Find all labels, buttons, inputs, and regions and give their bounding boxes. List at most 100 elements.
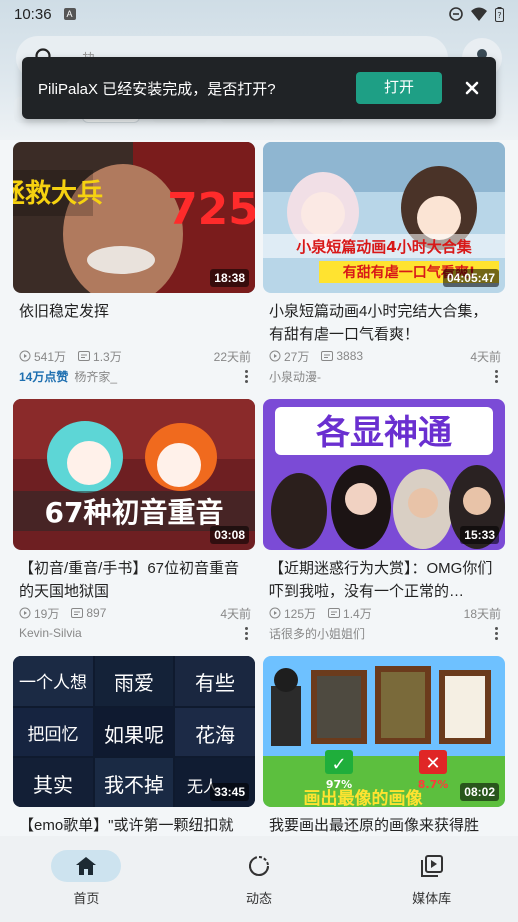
video-thumbnail[interactable]: ✓ ✕ 97% 8.7% 画出最像的画像 08:02 — [263, 656, 505, 807]
more-icon[interactable] — [241, 626, 251, 640]
video-duration: 08:02 — [460, 783, 499, 801]
home-icon — [76, 857, 97, 875]
status-bar: 10:36 A ? — [0, 0, 518, 28]
video-title[interactable]: 小泉短篇动画4小时完结大合集，有甜有虐一口气看爽！ — [269, 300, 501, 346]
refresh-circle-icon — [249, 856, 269, 876]
thumb-caption: 67种初音重音 — [45, 496, 224, 529]
thumb-caption: 拯救大兵 — [13, 179, 103, 209]
video-duration: 18:38 — [210, 269, 249, 287]
video-title[interactable]: 依旧稳定发挥 — [19, 300, 251, 346]
publish-date: 18天前 — [463, 606, 501, 621]
library-icon — [420, 855, 443, 877]
svg-text:✕: ✕ — [425, 753, 440, 774]
video-card[interactable]: 小泉短篇动画4小时大合集 有甜有虐一口气看爽! 04:05:47 小泉短篇动画4… — [263, 140, 505, 386]
video-card[interactable]: ✓ ✕ 97% 8.7% 画出最像的画像 08:02 我要画出最还原的画像来获得… — [263, 654, 505, 836]
thumb-caption: 画出最像的画像 — [304, 788, 424, 807]
video-thumbnail[interactable]: 小泉短篇动画4小时大合集 有甜有虐一口气看爽! 04:05:47 — [263, 142, 505, 293]
danmaku-icon — [71, 608, 84, 618]
thumb-caption: 有些 — [195, 671, 235, 695]
play-icon — [269, 350, 281, 362]
status-time: 10:36 — [14, 5, 52, 23]
video-title[interactable]: 【emo歌单】"或许第一颗纽扣就 — [19, 814, 251, 836]
video-stats: 19万 897 4天前 — [19, 605, 251, 621]
danmaku-icon — [78, 351, 91, 361]
video-stats: 541万 1.3万 22天前 — [19, 348, 251, 364]
thumb-number: 725 — [167, 184, 255, 235]
video-meta: 小泉动漫- — [269, 367, 501, 385]
danmaku-count: 897 — [86, 606, 107, 620]
video-duration: 15:33 — [460, 526, 499, 544]
author-name[interactable]: Kevin-Silvia — [19, 626, 82, 640]
video-title[interactable]: 【初音/重音/手书】67位初音重音的天国地狱国 — [19, 557, 251, 603]
author-name[interactable]: 小泉动漫- — [269, 368, 321, 385]
video-duration: 03:08 — [210, 526, 249, 544]
danmaku-icon — [321, 351, 334, 361]
more-icon[interactable] — [491, 369, 501, 383]
danmaku-icon — [328, 608, 341, 618]
play-icon — [269, 607, 281, 619]
install-snackbar: PiliPalaX 已经安装完成，是否打开? 打开 — [22, 57, 496, 119]
danmaku-count: 1.3万 — [93, 349, 122, 364]
view-count: 19万 — [34, 606, 60, 621]
video-stats: 27万 3883 4天前 — [269, 348, 501, 364]
nav-media-pill[interactable] — [397, 850, 467, 882]
close-icon[interactable] — [462, 78, 482, 98]
view-count: 125万 — [284, 606, 317, 621]
nav-media[interactable]: 媒体库 — [345, 836, 518, 922]
view-count: 541万 — [34, 349, 67, 364]
bottom-navigation: 首页 动态 媒体库 — [0, 836, 518, 922]
video-card[interactable]: 67种初音重音 03:08 【初音/重音/手书】67位初音重音的天国地狱国 19… — [13, 397, 255, 643]
wifi-icon — [471, 7, 487, 21]
thumb-caption: 小泉短篇动画4小时大合集 — [296, 238, 472, 256]
publish-date: 22天前 — [213, 349, 251, 364]
author-name[interactable]: 杨齐家_ — [74, 368, 117, 385]
video-card[interactable]: 各显神通 15:33 【近期迷惑行为大赏】：OMG你们吓到我啦，没有一个正常的…… — [263, 397, 505, 643]
nav-dynamic-label: 动态 — [246, 891, 273, 906]
video-thumbnail[interactable]: 一个人想 雨爱 有些 把回忆 如果呢 花海 其实 我不掉 无人 33:45 — [13, 656, 255, 807]
video-meta: Kevin-Silvia — [19, 624, 251, 642]
video-thumbnail[interactable]: 拯救大兵 725 18:38 — [13, 142, 255, 293]
play-icon — [19, 607, 31, 619]
video-meta: 14万点赞 杨齐家_ — [19, 367, 251, 385]
dnd-icon — [449, 7, 463, 21]
thumb-caption: 我不掉 — [104, 773, 164, 797]
video-feed: 拯救大兵 725 18:38 依旧稳定发挥 541万 1.3万 22天前 14万… — [0, 140, 518, 836]
video-meta: 话很多的小姐姐们 — [269, 624, 501, 642]
nav-media-label: 媒体库 — [412, 891, 452, 906]
svg-text:✓: ✓ — [331, 754, 346, 775]
thumb-caption: 一个人想 — [19, 673, 87, 693]
like-badge: 14万点赞 — [19, 369, 69, 384]
video-thumbnail[interactable]: 各显神通 15:33 — [263, 399, 505, 550]
video-card[interactable]: 一个人想 雨爱 有些 把回忆 如果呢 花海 其实 我不掉 无人 33:45 【e… — [13, 654, 255, 836]
video-duration: 04:05:47 — [442, 269, 499, 287]
svg-text:?: ? — [497, 11, 501, 20]
video-thumbnail[interactable]: 67种初音重音 03:08 — [13, 399, 255, 550]
more-icon[interactable] — [491, 626, 501, 640]
publish-date: 4天前 — [470, 349, 501, 364]
play-icon — [19, 350, 31, 362]
video-stats: 125万 1.4万 18天前 — [269, 605, 501, 621]
nav-dynamic-pill[interactable] — [224, 850, 294, 882]
thumb-caption: 雨爱 — [114, 671, 154, 695]
danmaku-count: 3883 — [336, 349, 364, 363]
publish-date: 4天前 — [220, 606, 251, 621]
thumb-caption: 把回忆 — [28, 725, 79, 745]
danmaku-count: 1.4万 — [343, 606, 372, 621]
more-icon[interactable] — [241, 369, 251, 383]
notification-icon: A — [63, 8, 76, 20]
video-duration: 33:45 — [210, 783, 249, 801]
video-title[interactable]: 【近期迷惑行为大赏】：OMG你们吓到我啦，没有一个正常的… — [269, 557, 501, 603]
video-title[interactable]: 我要画出最还原的画像来获得胜 — [269, 814, 501, 836]
nav-dynamic[interactable]: 动态 — [173, 836, 346, 922]
video-card[interactable]: 拯救大兵 725 18:38 依旧稳定发挥 541万 1.3万 22天前 14万… — [13, 140, 255, 386]
nav-home[interactable]: 首页 — [0, 836, 173, 922]
open-button[interactable]: 打开 — [356, 72, 442, 104]
snackbar-message: PiliPalaX 已经安装完成，是否打开? — [38, 80, 276, 98]
thumb-caption: 各显神通 — [316, 413, 452, 453]
author-name[interactable]: 话很多的小姐姐们 — [269, 625, 365, 642]
nav-home-pill[interactable] — [51, 850, 122, 882]
nav-home-label: 首页 — [73, 891, 100, 906]
thumb-caption: 其实 — [33, 773, 73, 797]
status-icons: ? — [449, 6, 504, 22]
thumb-caption: 花海 — [195, 723, 235, 747]
